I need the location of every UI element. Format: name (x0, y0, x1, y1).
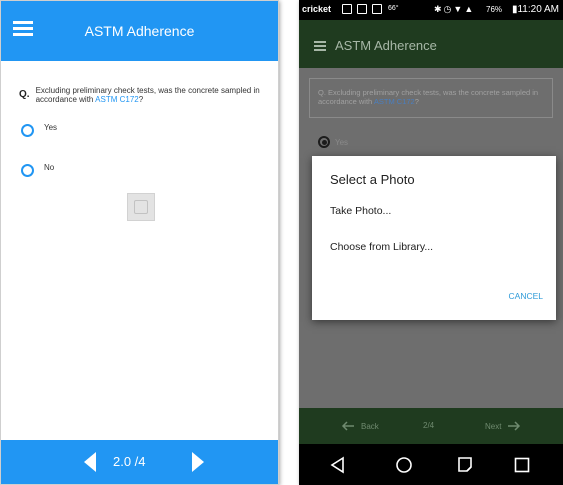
bottom-pagination-bar: 2.0 /4 (1, 440, 278, 484)
alarm-icon: ◷ (443, 4, 454, 14)
app-title: ASTM Adherence (84, 23, 195, 39)
battery-percent: 76% (486, 5, 503, 14)
app-bar: ASTM Adherence (299, 20, 563, 68)
left-phone-screen: ASTM Adherence Q. Excluding preliminary … (0, 0, 279, 485)
arrow-right-icon (508, 421, 521, 431)
back-label: Back (361, 421, 379, 431)
status-bar: cricket 66° ✱◷▼▲ 76% ▮11:20 AM (299, 0, 563, 20)
question-body: Q. Excluding preliminary check tests, wa… (318, 88, 539, 106)
home-circle-icon[interactable] (394, 455, 414, 475)
radio-selected-icon[interactable] (318, 136, 330, 148)
back-button[interactable]: Back (341, 421, 379, 431)
page-indicator: 2/4 (423, 421, 435, 430)
wifi-icon: ▼ (453, 4, 465, 14)
clock: ▮11:20 AM (512, 4, 559, 15)
next-button[interactable]: Next (485, 421, 521, 431)
question-body: Excluding preliminary check tests, was t… (35, 86, 260, 104)
option-yes[interactable]: Yes (318, 136, 348, 148)
back-triangle-icon[interactable] (328, 455, 348, 475)
option-label: No (44, 163, 55, 172)
page-indicator: 2.0 /4 (113, 454, 146, 469)
arrow-left-icon (341, 421, 354, 431)
time: 11:20 AM (517, 4, 559, 15)
right-phone-screen: cricket 66° ✱◷▼▲ 76% ▮11:20 AM ASTM Adhe… (299, 0, 563, 485)
choose-from-library-option[interactable]: Choose from Library... (330, 241, 433, 253)
question-end: ? (414, 97, 419, 106)
option-yes[interactable]: Yes (21, 123, 58, 137)
chevron-right-icon[interactable] (185, 450, 209, 474)
select-photo-dialog: Select a Photo Take Photo... Choose from… (312, 156, 556, 320)
bluetooth-icon: ✱ (434, 4, 444, 14)
temperature: 66° (388, 5, 399, 12)
question-text: Excluding preliminary check tests, was t… (36, 86, 264, 104)
option-label: Yes (44, 123, 58, 132)
next-label: Next (485, 421, 502, 431)
question-end: ? (138, 95, 144, 104)
chevron-left-icon[interactable] (79, 450, 103, 474)
cancel-button[interactable]: CANCEL (509, 291, 543, 301)
option-no[interactable]: No (21, 163, 55, 177)
dialog-title: Select a Photo (330, 172, 415, 187)
status-icons: ✱◷▼▲ (434, 4, 475, 15)
option-label: Yes (335, 137, 349, 147)
take-photo-option[interactable]: Take Photo... (330, 205, 391, 217)
message-icon (357, 4, 367, 14)
recents-icon[interactable] (455, 455, 475, 475)
image-icon (372, 4, 382, 14)
square-icon[interactable] (512, 455, 532, 475)
app-title: ASTM Adherence (335, 38, 437, 53)
notification-icon (342, 4, 352, 14)
question: Q. Excluding preliminary check tests, wa… (19, 86, 264, 104)
app-bar: ASTM Adherence (1, 1, 278, 61)
astm-c172-link[interactable]: ASTM C172 (374, 97, 415, 106)
android-nav-bar (299, 444, 563, 485)
radio-icon[interactable] (21, 124, 34, 137)
bottom-nav: Back 2/4 Next (299, 408, 563, 444)
hamburger-menu-icon[interactable] (314, 41, 326, 51)
signal-icon: ▲ (464, 4, 476, 14)
question-prefix: Q. (19, 89, 30, 100)
radio-icon[interactable] (21, 164, 34, 177)
astm-c172-link[interactable]: ASTM C172 (95, 95, 139, 104)
photo-thumbnail-icon[interactable] (127, 193, 155, 221)
question-box: Q. Excluding preliminary check tests, wa… (309, 78, 553, 118)
carrier-name: cricket (302, 4, 332, 14)
